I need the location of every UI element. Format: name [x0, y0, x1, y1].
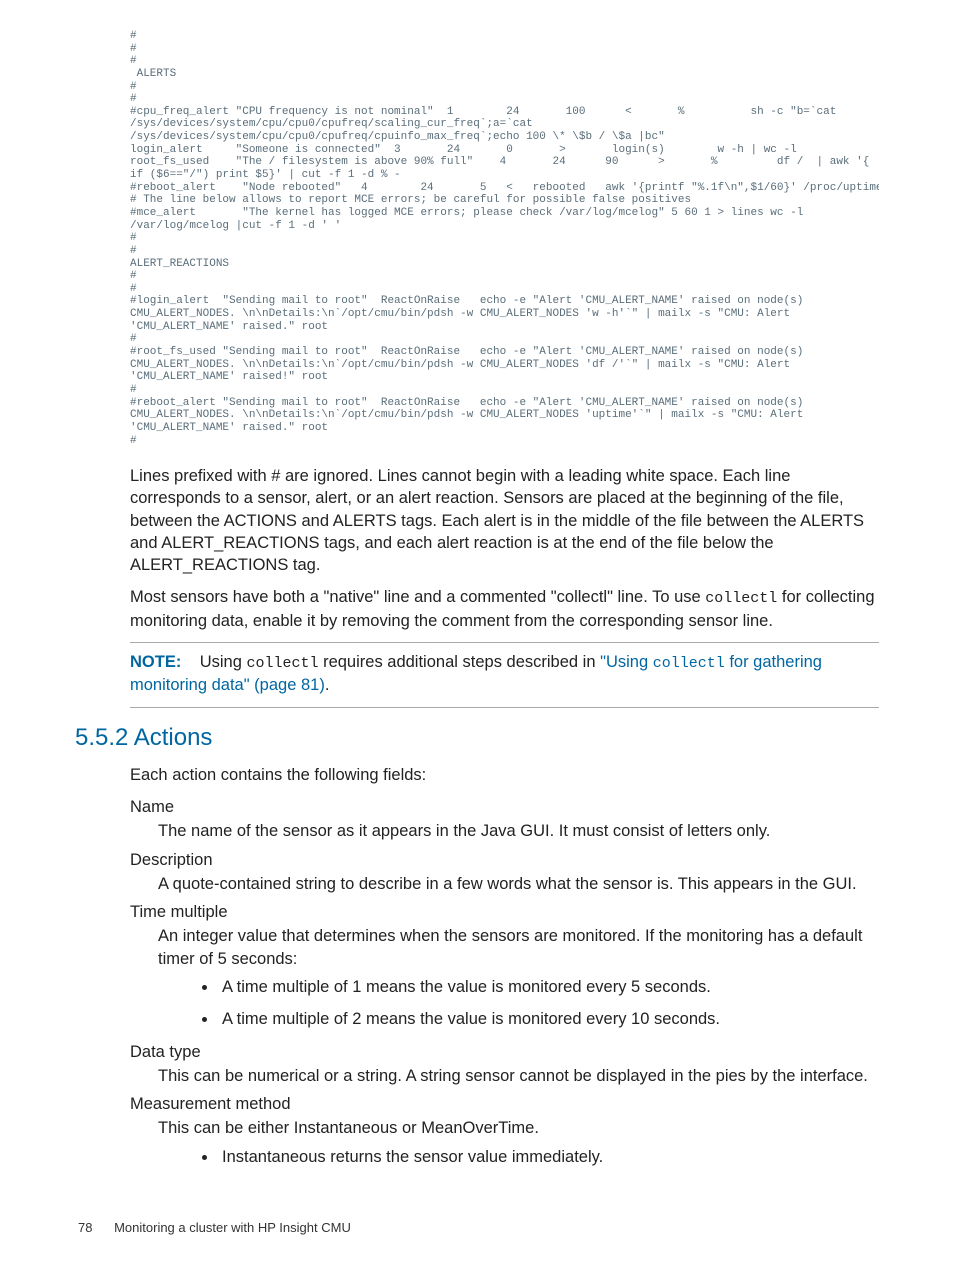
section-heading: 5.5.2 Actions — [75, 722, 879, 754]
inline-code: collectl — [705, 590, 777, 607]
list-item: A time multiple of 2 means the value is … — [218, 1008, 879, 1030]
inline-code: collectl — [246, 655, 318, 672]
field-term: Time multiple — [130, 901, 879, 923]
field-desc: A quote-contained string to describe in … — [158, 873, 879, 895]
field-term: Data type — [130, 1041, 879, 1063]
definition-list: Name The name of the sensor as it appear… — [130, 796, 879, 1168]
field-term: Description — [130, 849, 879, 871]
inline-code: collectl — [653, 655, 725, 672]
text: requires additional steps described in — [319, 653, 601, 671]
field-desc: An integer value that determines when th… — [158, 925, 879, 970]
field-term: Measurement method — [130, 1093, 879, 1115]
list-item: A time multiple of 1 means the value is … — [218, 976, 879, 998]
field-desc: This can be either Instantaneous or Mean… — [158, 1117, 879, 1139]
note-box: NOTE: Using collectl requires additional… — [130, 642, 879, 708]
field-desc: The name of the sensor as it appears in … — [158, 820, 879, 842]
paragraph: Lines prefixed with # are ignored. Lines… — [130, 465, 879, 576]
code-block: # # # ALERTS # # #cpu_freq_alert "CPU fr… — [130, 30, 879, 447]
text — [186, 653, 200, 671]
page-footer: 78 Monitoring a cluster with HP Insight … — [78, 1219, 351, 1237]
list-item: Instantaneous returns the sensor value i… — [218, 1146, 879, 1168]
text: Most sensors have both a "native" line a… — [130, 588, 705, 606]
bullet-list: Instantaneous returns the sensor value i… — [218, 1146, 879, 1168]
note-label: NOTE: — [130, 653, 181, 671]
paragraph: Each action contains the following field… — [130, 764, 879, 786]
page-number: 78 — [78, 1220, 92, 1235]
field-term: Name — [130, 796, 879, 818]
text: Using — [200, 653, 247, 671]
footer-title: Monitoring a cluster with HP Insight CMU — [114, 1220, 351, 1235]
text: "Using — [600, 653, 653, 671]
text: . — [325, 676, 330, 694]
field-desc: This can be numerical or a string. A str… — [158, 1065, 879, 1087]
bullet-list: A time multiple of 1 means the value is … — [218, 976, 879, 1031]
paragraph: Most sensors have both a "native" line a… — [130, 586, 879, 632]
